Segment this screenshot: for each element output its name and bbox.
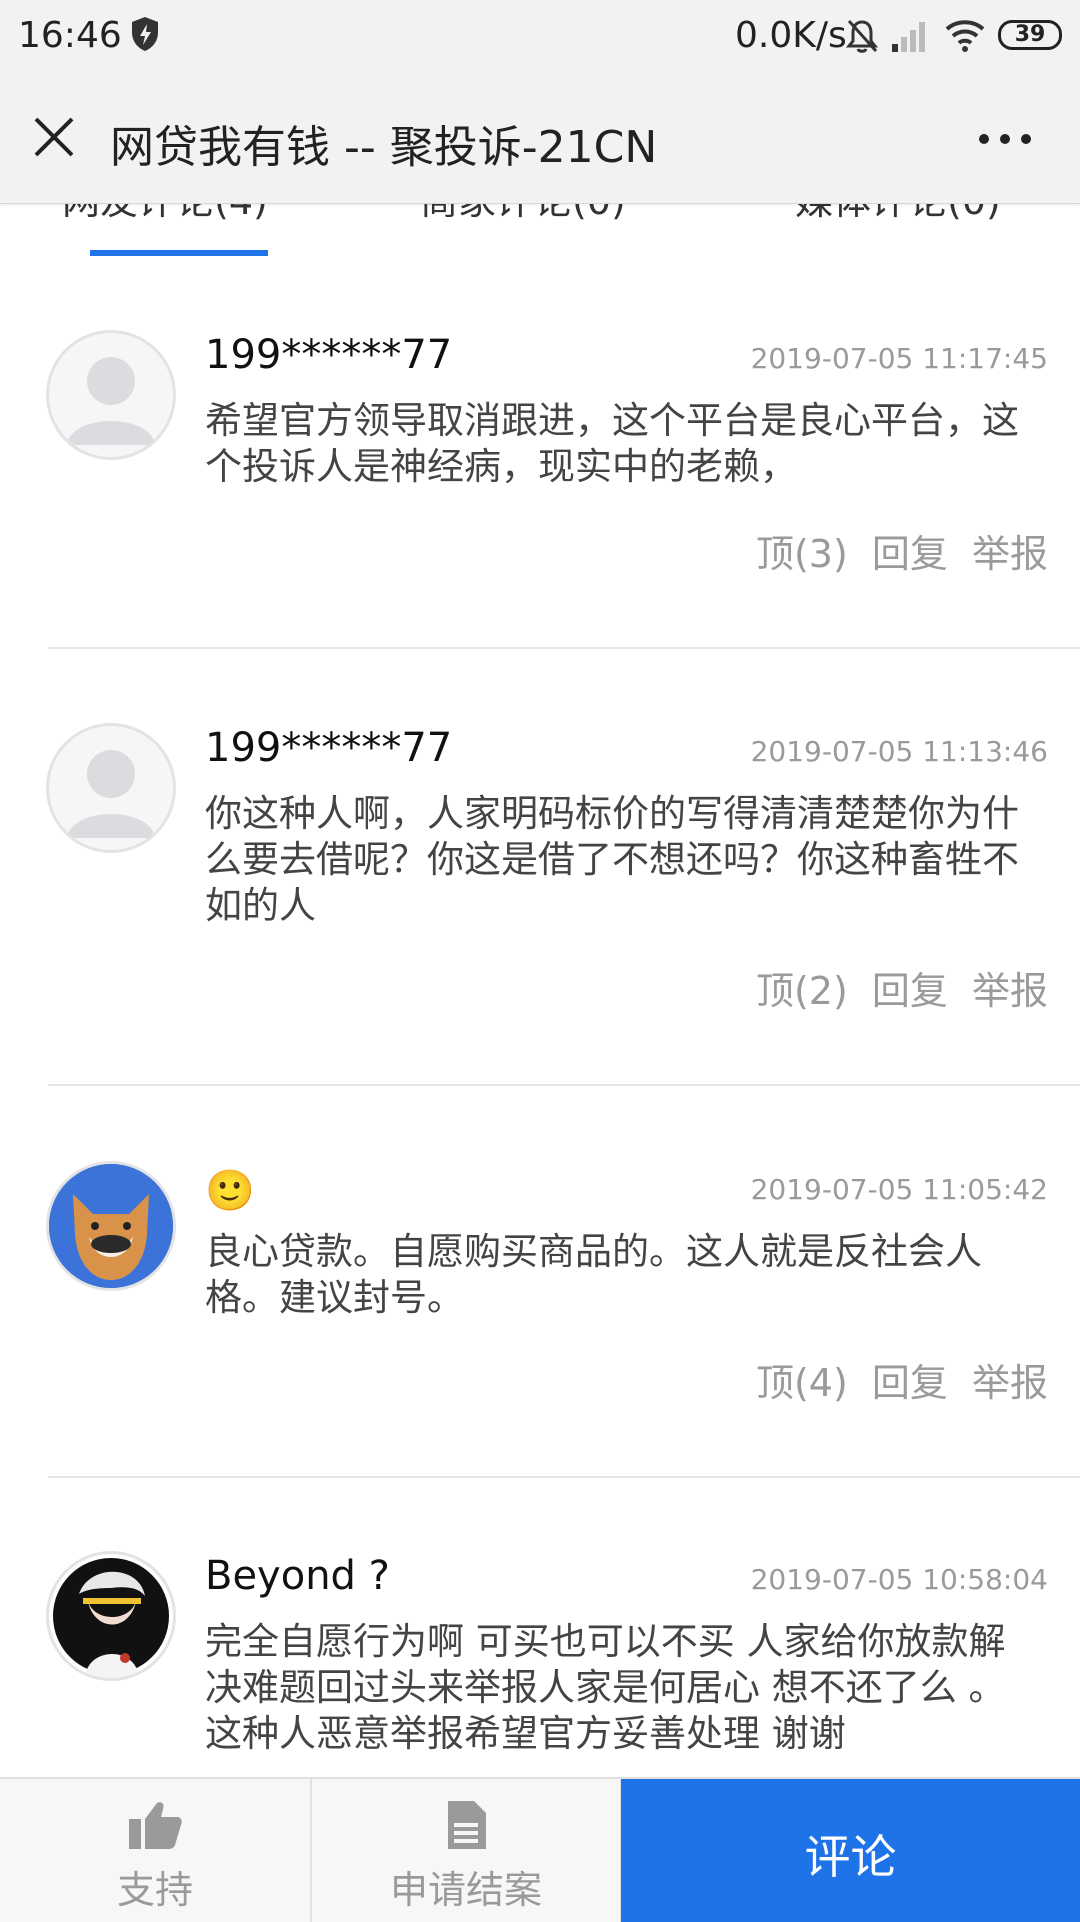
upvote-button[interactable]: 顶(3) [756, 532, 848, 576]
support-button[interactable]: 支持 [0, 1779, 312, 1922]
divider [48, 1084, 1080, 1086]
status-time: 16:46 [18, 15, 122, 56]
battery-icon: 39 [998, 20, 1062, 50]
username: Beyond ? [205, 1553, 390, 1599]
comment-actions: 顶(3) 回复 举报 [744, 523, 1048, 578]
dog-avatar-icon [49, 1164, 173, 1288]
comment-text: 良心贷款。自愿购买商品的。这人就是反社会人格。建议封号。 [205, 1230, 982, 1319]
avatar[interactable] [46, 1551, 176, 1681]
username-emoji: 🙂 [205, 1168, 255, 1214]
page-title: 网贷我有钱 -- 聚投诉-21CN [110, 122, 658, 173]
report-button[interactable]: 举报 [972, 1361, 1048, 1405]
comment-text: 希望官方领导取消跟进，这个平台是良心平台，这个投诉人是神经病，现实中的老赖， [205, 399, 1019, 488]
timestamp: 2019-07-05 11:17:45 [750, 342, 1048, 375]
divider [48, 647, 1080, 649]
support-label: 支持 [116, 1868, 193, 1912]
reply-button[interactable]: 回复 [872, 532, 948, 576]
comment-actions: 顶(4) 回复 举报 [744, 1352, 1048, 1407]
comment-text: 你这种人啊，人家明码标价的写得清清楚楚你为什么要去借呢？你这是借了不想还吗？你这… [205, 792, 1019, 927]
divider [48, 1476, 1080, 1478]
avatar[interactable] [46, 1161, 176, 1291]
upvote-button[interactable]: 顶(2) [756, 969, 848, 1013]
username: 199******77 [205, 332, 453, 378]
apply-close-case-label: 申请结案 [389, 1868, 542, 1912]
bell-muted-icon [845, 19, 879, 53]
thumbs-up-icon [129, 1802, 182, 1849]
upvote-button[interactable]: 顶(4) [756, 1361, 848, 1405]
report-button[interactable]: 举报 [972, 969, 1048, 1013]
reply-button[interactable]: 回复 [872, 1361, 948, 1405]
shield-icon [132, 17, 158, 51]
comment-button[interactable]: 评论 [621, 1779, 1080, 1922]
comment-text: 完全自愿行为啊 可买也可以不买 人家给你放款解决难题回过头来举报人家是何居心 想… [205, 1620, 1006, 1755]
avatar[interactable] [46, 723, 176, 853]
default-avatar-icon [67, 750, 155, 838]
report-button[interactable]: 举报 [972, 532, 1048, 576]
wifi-icon [945, 20, 985, 52]
avatar[interactable] [46, 330, 176, 460]
close-icon[interactable] [30, 113, 78, 161]
active-tab-indicator [90, 250, 268, 256]
timestamp: 2019-07-05 11:13:46 [750, 735, 1048, 768]
status-bar: 16:46 0.0K/s 39 [0, 0, 1080, 75]
signal-icon [892, 22, 925, 52]
network-speed: 0.0K/s [735, 15, 847, 56]
comment-actions: 顶(2) 回复 举报 [744, 960, 1048, 1015]
more-icon[interactable] [978, 133, 1032, 145]
title-bar: 网贷我有钱 -- 聚投诉-21CN [0, 75, 1080, 204]
username: 199******77 [205, 725, 453, 771]
timestamp: 2019-07-05 10:58:04 [750, 1563, 1048, 1596]
default-avatar-icon [67, 357, 155, 445]
reply-button[interactable]: 回复 [872, 969, 948, 1013]
apply-close-case-button[interactable]: 申请结案 [312, 1779, 622, 1922]
document-icon [448, 1801, 486, 1849]
bottom-action-bar: 支持 申请结案 评论 [0, 1777, 1080, 1922]
comment-button-label: 评论 [804, 1830, 897, 1884]
anime-avatar-icon [53, 1558, 169, 1678]
timestamp: 2019-07-05 11:05:42 [750, 1173, 1048, 1206]
